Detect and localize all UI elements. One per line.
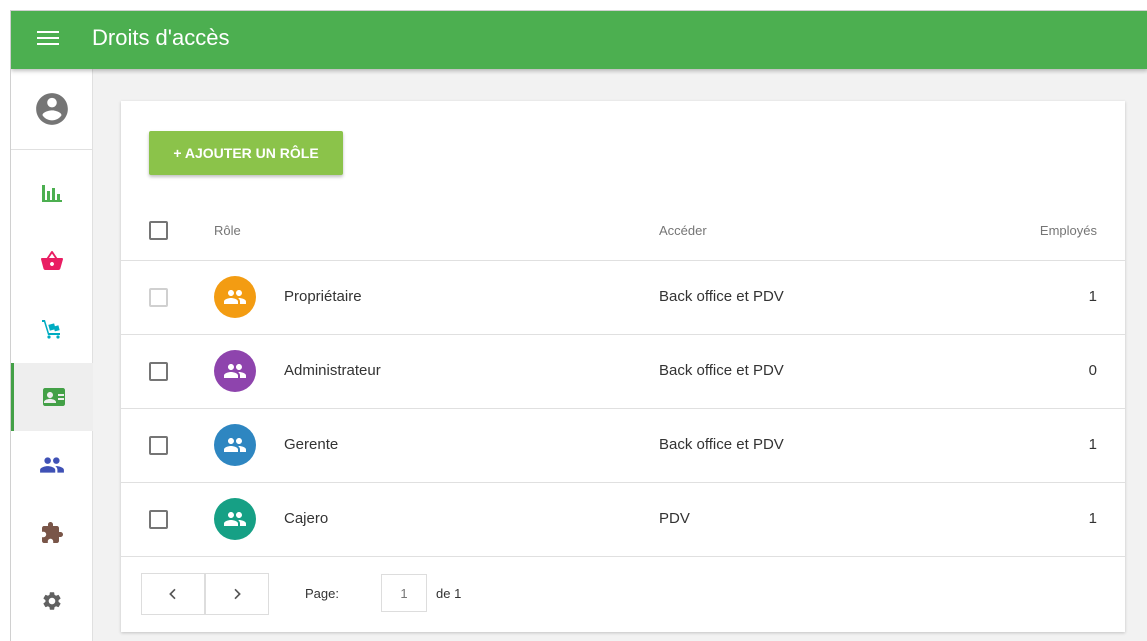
sidebar-item-reports[interactable] [11, 159, 93, 227]
group-icon [224, 290, 246, 304]
sidebar-item-account[interactable] [11, 75, 93, 143]
table-row[interactable]: Administrateur Back office et PDV 0 [121, 335, 1125, 409]
row-checkbox[interactable] [149, 510, 168, 529]
sidebar-divider [11, 149, 93, 150]
integrations-puzzle-icon [42, 522, 63, 543]
role-employee-count: 1 [1088, 510, 1097, 527]
page-title: Droits d'accès [92, 25, 230, 50]
role-name: Propriétaire [284, 288, 362, 305]
group-icon [224, 364, 246, 378]
page-total-label: de 1 [436, 586, 462, 601]
sidebar-item-customers[interactable] [11, 431, 93, 499]
row-checkbox[interactable] [149, 362, 168, 381]
role-avatar [214, 350, 256, 392]
role-access: Back office et PDV [659, 436, 784, 453]
table-row[interactable]: Propriétaire Back office et PDV 1 [121, 261, 1125, 335]
page-number-input[interactable] [381, 574, 427, 612]
account-circle-icon [36, 93, 68, 125]
next-page-button[interactable] [205, 573, 269, 615]
role-access: Back office et PDV [659, 362, 784, 379]
sidebar-item-items[interactable] [11, 295, 93, 363]
page-label: Page: [305, 586, 339, 601]
chevron-right-icon [234, 588, 241, 600]
roles-card: + AJOUTER UN RÔLE Rôle Accéder Employés … [121, 101, 1125, 632]
sidebar-item-sales[interactable] [11, 227, 93, 295]
pagination: Page: de 1 [121, 556, 1125, 632]
hamburger-menu-icon[interactable] [37, 31, 59, 49]
chevron-left-icon [169, 588, 176, 600]
table-row[interactable]: Gerente Back office et PDV 1 [121, 409, 1125, 483]
column-header-role: Rôle [214, 223, 241, 238]
add-role-button[interactable]: + AJOUTER UN RÔLE [149, 131, 343, 175]
top-app-bar: Droits d'accès [11, 11, 1147, 69]
app-frame: Droits d'accès + AJOUTER UN RÔLE Rôle Ac… [10, 10, 1147, 641]
role-name: Administrateur [284, 362, 381, 379]
column-header-employees: Employés [1039, 223, 1097, 238]
role-avatar [214, 424, 256, 466]
sidebar [11, 69, 93, 641]
table-header: Rôle Accéder Employés [121, 201, 1125, 261]
role-access: PDV [659, 510, 690, 527]
column-header-access: Accéder [659, 223, 707, 238]
role-employee-count: 1 [1088, 288, 1097, 305]
sidebar-item-settings[interactable] [11, 567, 93, 635]
select-all-checkbox[interactable] [149, 221, 168, 240]
row-checkbox [149, 288, 168, 307]
sidebar-item-employees[interactable] [11, 363, 93, 431]
group-icon [224, 438, 246, 452]
group-icon [224, 512, 246, 526]
role-name: Cajero [284, 510, 329, 527]
role-avatar [214, 498, 256, 540]
employee-card-icon [42, 388, 65, 406]
bar-chart-icon [42, 185, 62, 202]
row-checkbox[interactable] [149, 436, 168, 455]
shopping-basket-icon [41, 251, 63, 270]
inventory-cart-icon [42, 320, 60, 339]
role-name: Gerente [284, 436, 339, 453]
sidebar-item-integrations[interactable] [11, 499, 93, 567]
role-employee-count: 1 [1088, 436, 1097, 453]
customers-icon [40, 457, 64, 473]
role-access: Back office et PDV [659, 288, 784, 305]
role-avatar [214, 276, 256, 318]
role-employee-count: 0 [1088, 362, 1097, 379]
prev-page-button[interactable] [141, 573, 205, 615]
table-row[interactable]: Cajero PDV 1 [121, 483, 1125, 557]
settings-gear-icon [43, 592, 61, 610]
